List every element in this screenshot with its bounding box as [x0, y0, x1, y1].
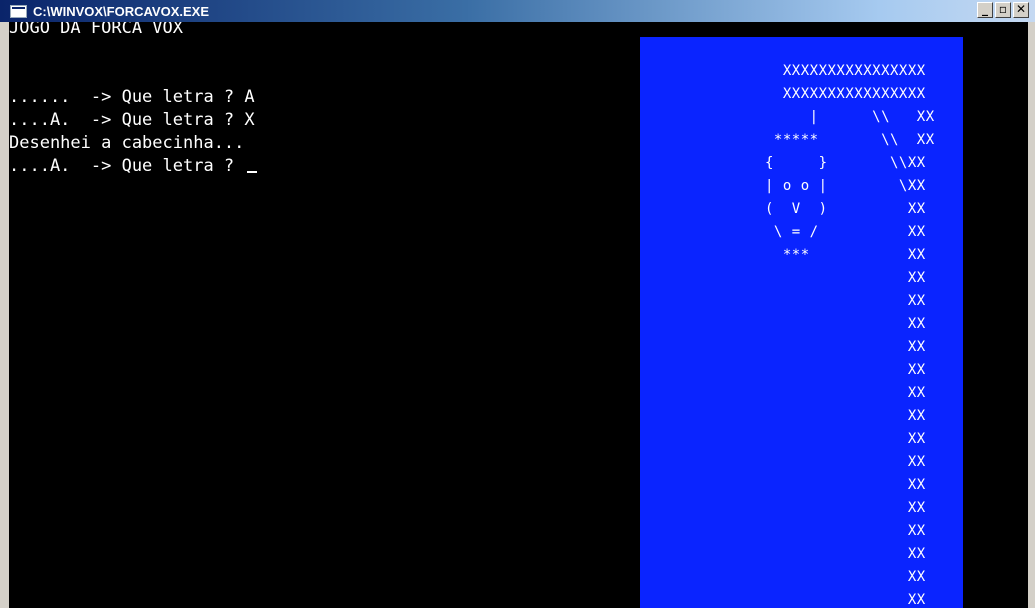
window-frame-right: [1028, 22, 1035, 608]
console-output: JOGO DA FORCA VOX ...... -> Que letra ? …: [9, 22, 258, 178]
gallows-post-line: XX: [640, 270, 926, 286]
gallows-post-line: XX: [640, 362, 926, 378]
window-controls: _ ▫ ✕: [977, 2, 1029, 18]
gallows-post-line: XX: [640, 293, 926, 309]
head-line: { } \\XX: [640, 155, 926, 171]
gallows-post-line: XX: [640, 500, 926, 516]
gallows-post-line: XX: [640, 431, 926, 447]
head-line: | o o | \XX: [640, 178, 926, 194]
head-line: *** XX: [640, 247, 926, 263]
prompt-line: ....A. -> Que letra ?: [9, 156, 245, 176]
gallows-line: XXXXXXXXXXXXXXXX: [640, 86, 926, 102]
maximize-button[interactable]: ▫: [995, 2, 1011, 18]
title-bar[interactable]: C:\WINVOX\FORCAVOX.EXE _ ▫ ✕: [0, 0, 1035, 22]
guess-line: ...... -> Que letra ? A: [9, 87, 255, 107]
head-line: ( V ) XX: [640, 201, 926, 217]
head-line: \ = / XX: [640, 224, 926, 240]
window-frame-left: [0, 22, 9, 608]
console-area[interactable]: JOGO DA FORCA VOX ...... -> Que letra ? …: [9, 22, 1028, 608]
head-line: ***** \\ XX: [640, 132, 935, 148]
hangman-drawing: XXXXXXXXXXXXXXXX XXXXXXXXXXXXXXXX | \\ X…: [640, 37, 935, 608]
gallows-post-line: XX: [640, 316, 926, 332]
minimize-button[interactable]: _: [977, 2, 993, 18]
gallows-post-line: XX: [640, 546, 926, 562]
close-button[interactable]: ✕: [1013, 2, 1029, 18]
window-title: C:\WINVOX\FORCAVOX.EXE: [33, 3, 209, 19]
gallows-post-line: XX: [640, 454, 926, 470]
status-line: Desenhei a cabecinha...: [9, 133, 245, 153]
gallows-post-line: XX: [640, 408, 926, 424]
gallows-post-line: XX: [640, 569, 926, 585]
gallows-line: XXXXXXXXXXXXXXXX: [640, 63, 926, 79]
game-title-line: JOGO DA FORCA VOX: [9, 22, 183, 38]
text-cursor: [247, 171, 258, 173]
console-window-icon[interactable]: [10, 4, 27, 18]
gallows-post-line: XX: [640, 339, 926, 355]
gallows-post-line: XX: [640, 592, 926, 608]
gallows-line: | \\ XX: [640, 109, 935, 125]
gallows-post-line: XX: [640, 523, 926, 539]
hangman-panel: XXXXXXXXXXXXXXXX XXXXXXXXXXXXXXXX | \\ X…: [640, 37, 963, 608]
gallows-post-line: XX: [640, 477, 926, 493]
guess-line: ....A. -> Que letra ? X: [9, 110, 255, 130]
gallows-post-line: XX: [640, 385, 926, 401]
